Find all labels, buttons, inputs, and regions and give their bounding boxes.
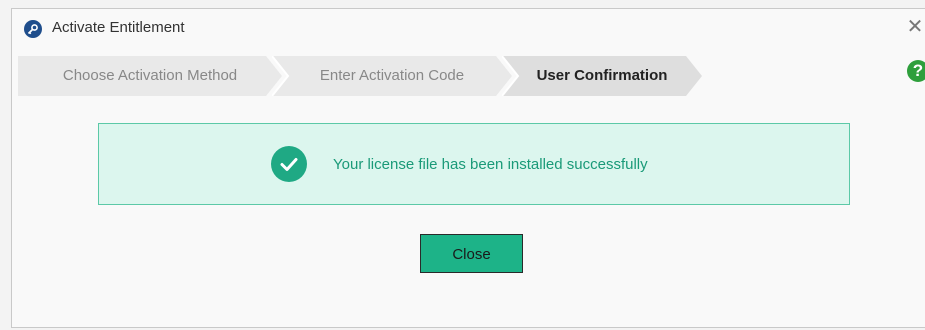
check-circle-icon	[271, 146, 307, 182]
step-label: Choose Activation Method	[62, 67, 238, 84]
step-user-confirmation: User Confirmation	[502, 56, 702, 96]
success-message-box: Your license file has been installed suc…	[98, 123, 850, 205]
key-icon	[24, 20, 42, 38]
title-bar: Activate Entitlement ✕	[12, 9, 925, 47]
step-label: Enter Activation Code	[319, 67, 465, 84]
help-icon[interactable]: ?	[907, 60, 925, 82]
success-message-text: Your license file has been installed suc…	[333, 156, 648, 173]
close-icon[interactable]: ✕	[906, 17, 924, 37]
step-choose-activation-method: Choose Activation Method	[18, 56, 282, 96]
close-button[interactable]: Close	[420, 234, 523, 273]
activate-entitlement-dialog: Activate Entitlement ✕ Choose Activation…	[11, 8, 925, 328]
step-label: User Confirmation	[536, 67, 668, 84]
wizard-steps: Choose Activation Method Enter Activatio…	[18, 56, 718, 96]
dialog-title: Activate Entitlement	[52, 19, 185, 36]
step-enter-activation-code: Enter Activation Code	[272, 56, 512, 96]
